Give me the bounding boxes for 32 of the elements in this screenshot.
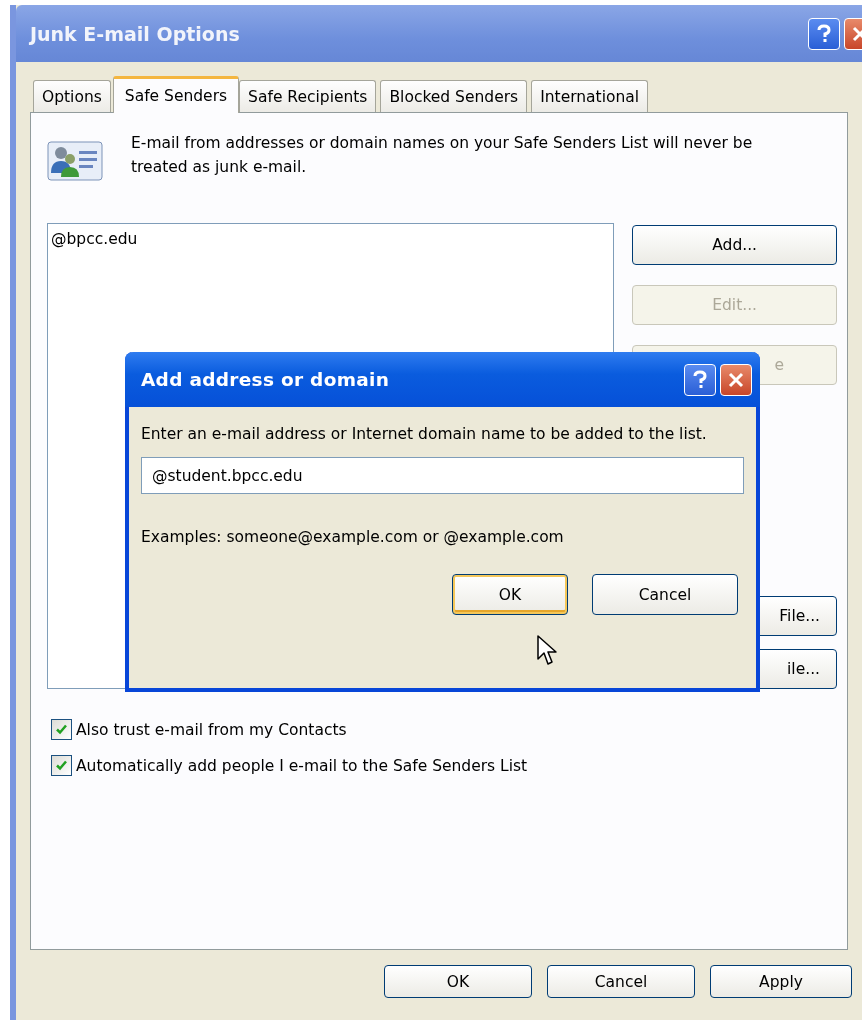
check-icon (55, 759, 68, 772)
help-icon (691, 369, 709, 390)
tab[interactable]: Safe Recipients (239, 80, 377, 112)
footer-button[interactable]: OK (384, 965, 532, 998)
close-button[interactable] (720, 363, 752, 396)
tab[interactable]: Blocked Senders (380, 80, 528, 112)
help-button[interactable] (684, 363, 716, 396)
help-icon (815, 23, 833, 44)
footer-button[interactable]: Cancel (547, 965, 695, 998)
tab[interactable]: International (531, 80, 649, 112)
examples-text: Examples: someone@example.com or @example.com (141, 528, 565, 546)
dialog-title: Add address or domain (141, 369, 390, 390)
address-input-field[interactable]: @student.bpcc.edu (141, 457, 744, 494)
check-icon (55, 723, 68, 736)
close-icon (727, 370, 745, 389)
tab[interactable]: Safe Senders (112, 76, 240, 113)
tab[interactable]: Options (33, 80, 111, 112)
description-text: E-mail from addresses or domain names on your Safe Senders List will never be treated as junk e-mail. (131, 133, 754, 178)
help-button[interactable] (808, 17, 840, 50)
window-title: Junk E-mail Options (30, 22, 240, 45)
checkbox[interactable] (51, 755, 72, 776)
prompt-text: Enter an e-mail address or Internet domain name to be added to the list. (141, 424, 708, 445)
mouse-pointer-icon (537, 635, 559, 667)
checkbox[interactable] (51, 719, 72, 740)
list-item[interactable]: @bpcc.edu (51, 228, 611, 250)
side-button[interactable]: Add... (632, 225, 837, 265)
footer-button[interactable]: Apply (710, 965, 852, 998)
checkbox-label: Automatically add people I e-mail to the Safe Senders List (76, 756, 528, 775)
checkbox-label: Also trust e-mail from my Contacts (76, 720, 347, 739)
people-card-icon (47, 139, 103, 183)
dialog-button[interactable]: Cancel (592, 574, 738, 615)
dialog-button[interactable]: OK (452, 574, 568, 615)
